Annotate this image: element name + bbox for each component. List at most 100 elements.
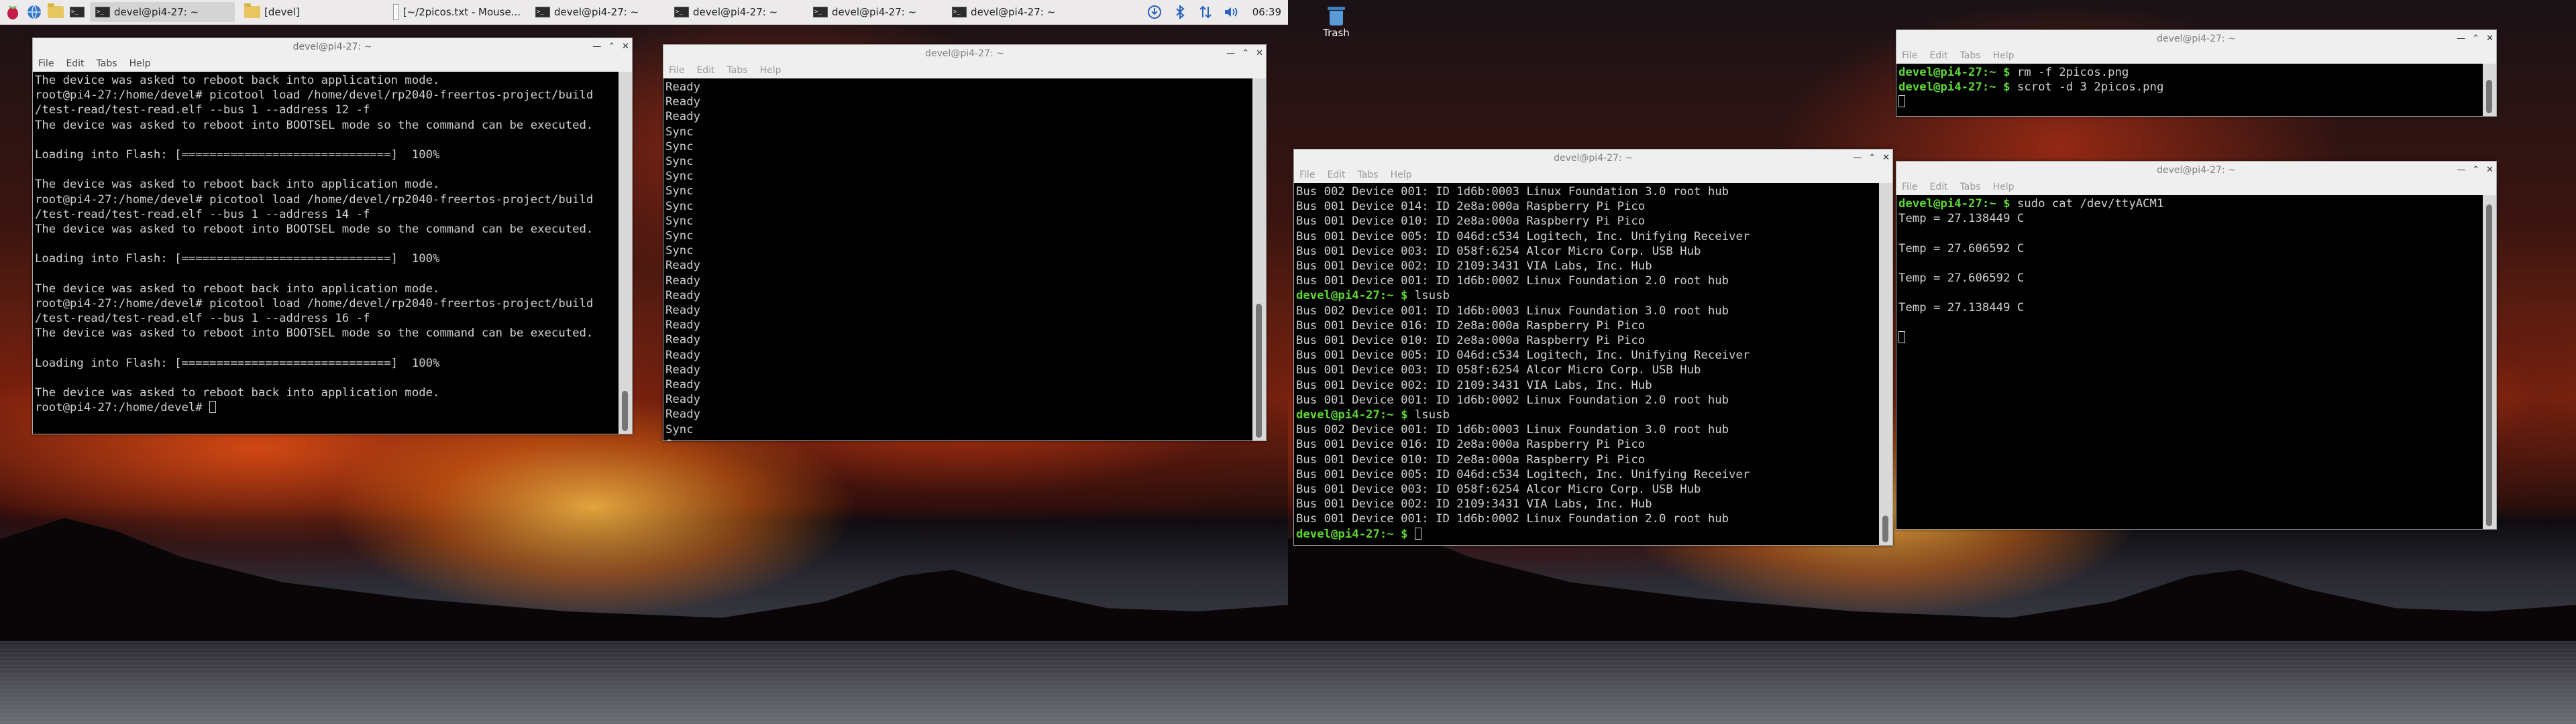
terminal-line: The device was asked to reboot into BOOT… <box>35 118 594 132</box>
taskbar-task-terminal[interactable]: >_ devel@pi4-27: ~ <box>90 2 235 22</box>
menu-tabs[interactable]: Tabs <box>1960 182 1981 192</box>
window-title[interactable]: devel@pi4-27: ~ — ⌃ ✕ <box>663 45 1266 62</box>
menu-tabs[interactable]: Tabs <box>97 58 117 69</box>
close-icon[interactable]: ✕ <box>622 38 629 56</box>
maximize-icon[interactable]: ⌃ <box>1242 45 1249 62</box>
web-browser-icon[interactable] <box>25 3 43 21</box>
terminal-line: Sync <box>665 139 694 154</box>
terminal-line: Ready <box>665 304 701 318</box>
update-icon[interactable] <box>1146 4 1163 20</box>
menu-help[interactable]: Help <box>1993 182 2015 192</box>
terminal-output[interactable]: Ready Ready Ready Sync Sync Sync Sync Sync Sync S… <box>663 78 1252 440</box>
network-icon[interactable] <box>1197 4 1214 20</box>
terminal-icon: >_ <box>535 7 550 17</box>
menu-edit[interactable]: Edit <box>1929 182 1947 192</box>
terminal-icon: >_ <box>952 7 967 17</box>
terminal-line: Bus 001 Device 002: ID 2109:3431 VIA Lab… <box>1296 259 1652 274</box>
terminal-line: Bus 001 Device 003: ID 058f:6254 Alcor M… <box>1296 244 1701 258</box>
menu-help[interactable]: Help <box>760 65 782 76</box>
scrollbar[interactable] <box>2483 64 2496 116</box>
task-label: [devel] <box>264 6 300 18</box>
scrollbar[interactable] <box>2483 195 2496 529</box>
terminal-launcher-icon[interactable]: >_ <box>68 3 86 21</box>
menu-file[interactable]: File <box>38 58 54 69</box>
terminal-output[interactable]: The device was asked to reboot back into… <box>33 72 619 434</box>
window-title[interactable]: devel@pi4-27: ~ — ⌃ ✕ <box>1896 30 2496 48</box>
terminal-line: Sync <box>665 155 694 169</box>
minimize-icon[interactable]: — <box>2457 30 2465 48</box>
menu-file[interactable]: File <box>669 65 684 76</box>
window-title[interactable]: devel@pi4-27: ~ — ⌃ ✕ <box>1896 162 2496 179</box>
terminal-line: Sync <box>665 199 694 213</box>
terminal-line: Sync <box>665 214 694 228</box>
scrollbar[interactable] <box>1879 183 1892 545</box>
terminal-line: Bus 001 Device 014: ID 2e8a:000a Raspber… <box>1296 200 1646 214</box>
terminal-line: Temp = 27.606592 C <box>1898 271 2025 285</box>
menu-help[interactable]: Help <box>1391 170 1412 180</box>
taskbar-task-terminal[interactable]: >_ devel@pi4-27: ~ <box>669 2 804 22</box>
minimize-icon[interactable]: — <box>1853 149 1862 167</box>
terminal-prompt-line <box>1898 330 2481 345</box>
raspberry-menu-icon[interactable] <box>4 3 21 21</box>
menu-edit[interactable]: Edit <box>66 58 84 69</box>
volume-icon[interactable] <box>1223 4 1239 20</box>
menu-file[interactable]: File <box>1299 170 1315 180</box>
menu-tabs[interactable]: Tabs <box>1358 170 1379 180</box>
maximize-icon[interactable]: ⌃ <box>2472 30 2479 48</box>
terminal-line: Bus 001 Device 010: ID 2e8a:000a Raspber… <box>1296 452 1646 467</box>
minimize-icon[interactable]: — <box>2457 162 2465 179</box>
menu-edit[interactable]: Edit <box>696 65 714 76</box>
maximize-icon[interactable]: ⌃ <box>608 38 615 56</box>
menu-tabs[interactable]: Tabs <box>1960 50 1981 61</box>
terminal-line: The device was asked to reboot back into… <box>35 74 440 87</box>
terminal-line: Ready <box>665 274 701 288</box>
trash-label: Trash <box>1323 27 1350 39</box>
bluetooth-icon[interactable] <box>1172 4 1188 20</box>
close-icon[interactable]: ✕ <box>1882 149 1890 167</box>
shell-prompt: devel@pi4-27:~ $ <box>1296 408 1408 422</box>
scrollbar[interactable] <box>619 72 632 434</box>
menu-help[interactable]: Help <box>1993 50 2015 61</box>
terminal-output[interactable]: devel@pi4-27:~ $ sudo cat /dev/ttyACM1 Te… <box>1896 195 2483 529</box>
menu-edit[interactable]: Edit <box>1929 50 1947 61</box>
terminal-output[interactable]: Bus 002 Device 001: ID 1d6b:0003 Linux F… <box>1294 183 1879 545</box>
menu-file[interactable]: File <box>1902 50 1917 61</box>
maximize-icon[interactable]: ⌃ <box>1868 149 1876 167</box>
window-title[interactable]: devel@pi4-27: ~ — ⌃ ✕ <box>33 38 632 56</box>
desktop-icon-trash[interactable]: Trash <box>1316 5 1356 39</box>
close-icon[interactable]: ✕ <box>1256 45 1263 62</box>
terminal-prompt-line <box>1898 95 2481 109</box>
close-icon[interactable]: ✕ <box>2486 162 2493 179</box>
maximize-icon[interactable]: ⌃ <box>2472 162 2479 179</box>
minimize-icon[interactable]: — <box>1226 45 1235 62</box>
menu-help[interactable]: Help <box>129 58 151 69</box>
terminal-output[interactable]: devel@pi4-27:~ $ rm -f 2picos.png devel@p… <box>1896 64 2483 116</box>
scrollbar[interactable] <box>1252 78 1266 440</box>
terminal-line: Ready <box>665 393 701 407</box>
close-icon[interactable]: ✕ <box>2486 30 2493 48</box>
taskbar-task-terminal[interactable]: >_ devel@pi4-27: ~ <box>808 2 943 22</box>
terminal-prompt-line: devel@pi4-27:~ $ sudo cat /dev/ttyACM1 <box>1898 197 2164 210</box>
menu-file[interactable]: File <box>1902 182 1917 192</box>
menu-edit[interactable]: Edit <box>1327 170 1345 180</box>
sea <box>1288 641 2576 724</box>
terminal-line: Sync <box>665 229 694 243</box>
taskbar-task-terminal[interactable]: >_ devel@pi4-27: ~ <box>530 2 665 22</box>
terminal-line: Sync <box>665 422 694 436</box>
terminal-line: Ready <box>665 318 701 333</box>
task-label: [~/2picos.txt - Mouse... <box>402 6 521 18</box>
clock[interactable]: 06:39 <box>1252 6 1281 18</box>
taskbar-task-file-manager[interactable]: [devel] <box>239 2 384 22</box>
minimize-icon[interactable]: — <box>592 38 601 56</box>
window-title[interactable]: devel@pi4-27: ~ — ⌃ ✕ <box>1294 149 1892 167</box>
terminal-line: Bus 001 Device 016: ID 2e8a:000a Raspber… <box>1296 318 1646 333</box>
file-manager-icon[interactable] <box>47 3 64 21</box>
taskbar-task-terminal[interactable]: >_ devel@pi4-27: ~ <box>947 2 1081 22</box>
task-label: devel@pi4-27: ~ <box>693 6 778 18</box>
taskbar-task-mousepad[interactable]: [~/2picos.txt - Mouse... <box>388 2 526 22</box>
terminal-line: Ready <box>665 333 701 347</box>
menu-tabs[interactable]: Tabs <box>727 65 748 76</box>
terminal-prompt-line: devel@pi4-27:~ $ lsusb <box>1296 289 1450 303</box>
